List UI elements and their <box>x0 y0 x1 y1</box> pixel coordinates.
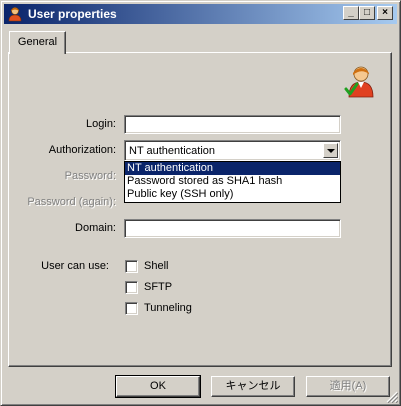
chevron-down-icon <box>327 149 335 153</box>
tab-general[interactable]: General <box>9 31 66 54</box>
login-label: Login: <box>86 118 116 130</box>
minimize-button[interactable]: _ <box>343 6 359 20</box>
close-button[interactable]: × <box>377 6 393 20</box>
option-sha1-hash[interactable]: Password stored as SHA1 hash <box>125 175 340 188</box>
authorization-dropdown-list: NT authentication Password stored as SHA… <box>124 161 341 203</box>
password-label: Password: <box>64 170 116 182</box>
user-icon <box>8 7 22 22</box>
option-nt-authentication[interactable]: NT authentication <box>125 162 340 175</box>
option-public-key[interactable]: Public key (SSH only) <box>125 188 340 201</box>
password-again-label: Password (again): <box>27 196 116 208</box>
authorization-select[interactable]: NT authentication <box>124 140 341 161</box>
user-check-icon <box>344 66 374 98</box>
cancel-button[interactable]: キャンセル <box>211 376 295 397</box>
shell-label: Shell <box>144 260 169 272</box>
domain-input[interactable] <box>124 219 341 238</box>
user-can-use-label: User can use: <box>41 260 109 272</box>
apply-button[interactable]: 適用(A) <box>306 376 390 397</box>
title-bar[interactable]: User properties _ □ × <box>4 4 397 24</box>
login-input[interactable] <box>124 115 341 134</box>
tunneling-label: Tunneling <box>144 302 192 314</box>
tab-label: General <box>17 36 58 48</box>
maximize-button[interactable]: □ <box>359 6 375 20</box>
user-properties-window: User properties _ □ × General Login: Aut… <box>0 0 401 406</box>
window-title: User properties <box>28 7 117 21</box>
authorization-selected-value: NT authentication <box>129 145 216 157</box>
dropdown-arrow-button[interactable] <box>323 143 338 158</box>
tunneling-checkbox[interactable] <box>125 302 138 315</box>
general-tab-panel <box>8 52 392 367</box>
shell-checkbox[interactable] <box>125 260 138 273</box>
authorization-label: Authorization: <box>48 144 116 156</box>
sftp-label: SFTP <box>144 281 173 293</box>
resize-grip-icon[interactable] <box>386 391 398 403</box>
sftp-checkbox[interactable] <box>125 281 138 294</box>
domain-label: Domain: <box>75 222 116 234</box>
ok-button[interactable]: OK <box>115 375 201 398</box>
